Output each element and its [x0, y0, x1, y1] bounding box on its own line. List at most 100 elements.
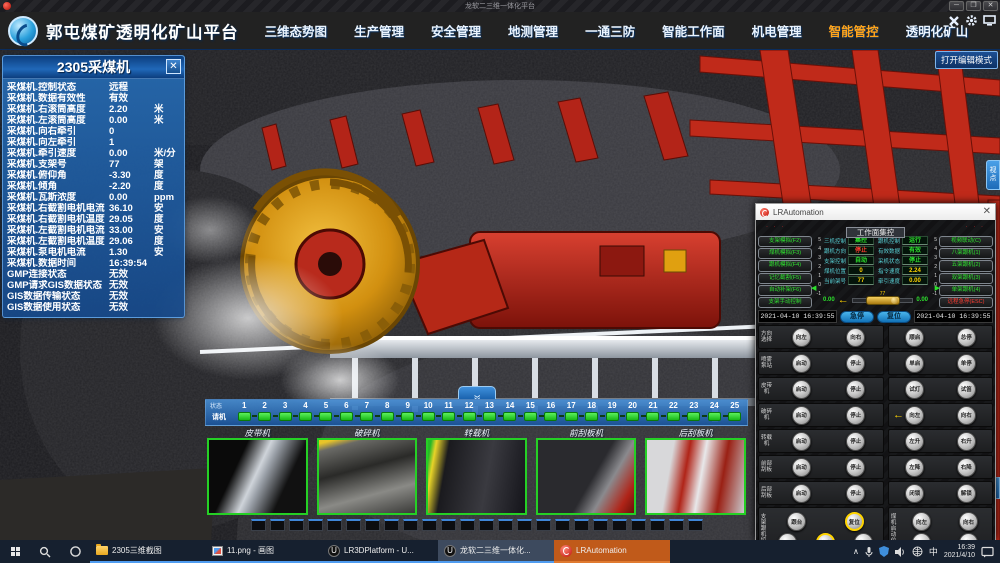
round-button[interactable]: 向右: [846, 328, 865, 347]
camera-feed-3[interactable]: 前刮板机: [536, 427, 637, 515]
pager-cell[interactable]: [384, 519, 399, 531]
pager-cell[interactable]: [346, 519, 361, 531]
pager-cell[interactable]: [498, 519, 513, 531]
round-button[interactable]: 左升: [905, 432, 924, 451]
panel-close-icon[interactable]: ✕: [166, 59, 181, 74]
taskbar-item-2[interactable]: ULR3DPlatform - U...: [322, 540, 438, 563]
lr-right-button-1[interactable]: 八架跟机(1): [939, 248, 993, 259]
round-button[interactable]: 闭锁: [905, 484, 924, 503]
lr-left-button-3[interactable]: 记忆截割(F5): [758, 273, 812, 284]
nav-item-7[interactable]: 智能管控: [829, 21, 879, 40]
round-button[interactable]: 试灯: [905, 380, 924, 399]
network-globe-icon[interactable]: [912, 546, 923, 557]
round-button[interactable]: 启动: [792, 432, 811, 451]
pager-cell[interactable]: [251, 519, 266, 531]
round-button[interactable]: 停止: [846, 484, 865, 503]
camera-video[interactable]: [645, 438, 746, 515]
pager-cell[interactable]: [612, 519, 627, 531]
pager-cell[interactable]: [631, 519, 646, 531]
lr-right-button-4[interactable]: 单架跟机(4): [939, 285, 993, 296]
nav-item-5[interactable]: 智能工作面: [662, 21, 725, 40]
nav-item-4[interactable]: 一通三防: [585, 21, 635, 40]
round-button[interactable]: 启动: [792, 354, 811, 373]
lr-title-bar[interactable]: LRAutomation ✕: [756, 204, 995, 220]
lr-left-button-0[interactable]: 支架模拟(F2): [758, 236, 812, 247]
round-button[interactable]: 停止: [846, 354, 865, 373]
taskbar-item-4[interactable]: LRAutomation: [554, 540, 670, 563]
ime-indicator[interactable]: 中: [929, 545, 938, 558]
pager-cell[interactable]: [460, 519, 475, 531]
round-button[interactable]: 向右: [957, 406, 976, 425]
round-button[interactable]: 向右: [959, 512, 978, 531]
round-button[interactable]: 跟台: [787, 512, 806, 531]
cortana-icon[interactable]: [60, 540, 90, 563]
round-button[interactable]: 停止: [846, 458, 865, 477]
camera-feed-2[interactable]: 转载机: [426, 427, 527, 515]
round-button[interactable]: 右降: [957, 458, 976, 477]
camera-feed-4[interactable]: 后刮板机: [645, 427, 746, 515]
clock[interactable]: 16:39 2021/4/10: [944, 544, 975, 560]
pager-cell[interactable]: [669, 519, 684, 531]
nav-item-6[interactable]: 机电管理: [752, 21, 802, 40]
pager-cell[interactable]: [270, 519, 285, 531]
pager-cell[interactable]: [688, 519, 703, 531]
pager-cell[interactable]: [289, 519, 304, 531]
settings-gear-icon[interactable]: [965, 14, 978, 27]
round-button[interactable]: 启动: [792, 406, 811, 425]
pager-cell[interactable]: [327, 519, 342, 531]
round-button[interactable]: 左降: [905, 458, 924, 477]
estop-button[interactable]: 急停: [840, 311, 874, 323]
tools-icon[interactable]: [948, 15, 960, 27]
camera-video[interactable]: [317, 438, 418, 515]
open-edit-mode-button[interactable]: 打开编辑模式: [935, 51, 998, 69]
pager-cell[interactable]: [555, 519, 570, 531]
lr-right-button-5[interactable]: 远程急停(ESC): [939, 297, 993, 308]
lr-right-button-3[interactable]: 双架跟机(3): [939, 273, 993, 284]
close-button[interactable]: ✕: [983, 1, 998, 11]
round-button[interactable]: 启动: [792, 458, 811, 477]
maximize-button[interactable]: ❐: [966, 1, 981, 11]
round-button[interactable]: 单启: [905, 354, 924, 373]
microphone-icon[interactable]: [865, 546, 873, 557]
round-button[interactable]: 单停: [957, 354, 976, 373]
round-button[interactable]: 停止: [846, 380, 865, 399]
camera-feed-0[interactable]: 皮带机: [207, 427, 308, 515]
round-button[interactable]: 停止: [846, 432, 865, 451]
start-button[interactable]: [0, 540, 30, 563]
pager-cell[interactable]: [517, 519, 532, 531]
pager-cell[interactable]: [479, 519, 494, 531]
pager-cell[interactable]: [422, 519, 437, 531]
slider-track[interactable]: 77: [852, 298, 914, 303]
pager-cell[interactable]: [536, 519, 551, 531]
strip-collapse-button[interactable]: »: [458, 386, 496, 399]
lr-right-button-0[interactable]: 视频联动(C): [939, 236, 993, 247]
round-button[interactable]: 停止: [846, 406, 865, 425]
taskbar-item-0[interactable]: 2305三维截图: [90, 540, 206, 563]
pager-cell[interactable]: [574, 519, 589, 531]
speaker-icon[interactable]: [895, 547, 906, 557]
tray-chevron-icon[interactable]: ∧: [853, 547, 859, 556]
lr-left-button-5[interactable]: 支架手动控制: [758, 297, 812, 308]
lr-left-button-2[interactable]: 跟机模拟(F4): [758, 260, 812, 271]
filmstrip-pager[interactable]: [207, 519, 746, 531]
round-button[interactable]: 顺启: [905, 328, 924, 347]
round-button[interactable]: 启动: [792, 484, 811, 503]
camera-video[interactable]: [207, 438, 308, 515]
round-button[interactable]: 复位: [845, 512, 864, 531]
pager-cell[interactable]: [650, 519, 665, 531]
reset-button[interactable]: 复位: [877, 311, 911, 323]
search-icon[interactable]: [30, 540, 60, 563]
round-button[interactable]: 向左: [912, 512, 931, 531]
lr-position-slider[interactable]: 0.00 ← 77 0.00: [823, 292, 928, 308]
fullscreen-icon[interactable]: [983, 15, 996, 26]
minimize-button[interactable]: ─: [949, 1, 964, 11]
lr-right-button-2[interactable]: 五架跟机(2): [939, 260, 993, 271]
round-button[interactable]: 向左: [905, 406, 924, 425]
nav-item-2[interactable]: 安全管理: [431, 21, 481, 40]
round-button[interactable]: 解锁: [957, 484, 976, 503]
nav-item-1[interactable]: 生产管理: [354, 21, 404, 40]
taskbar-item-3[interactable]: U龙软二三维一体化...: [438, 540, 554, 563]
round-button[interactable]: 总停: [957, 328, 976, 347]
pager-cell[interactable]: [593, 519, 608, 531]
notification-center-icon[interactable]: [981, 546, 994, 558]
